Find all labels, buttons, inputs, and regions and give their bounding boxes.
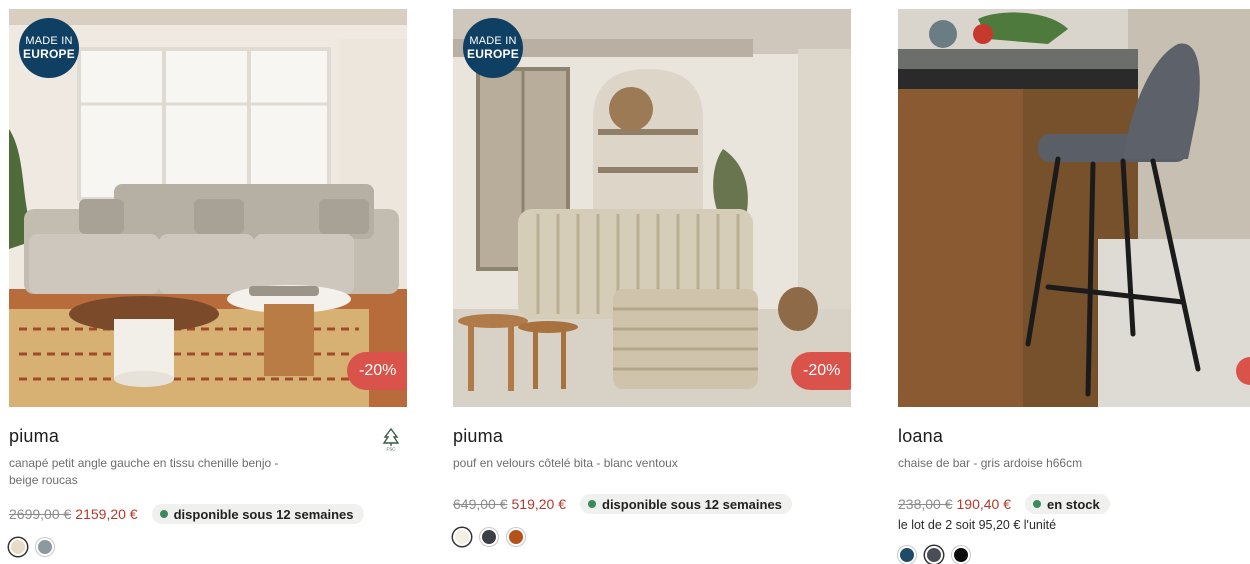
price-row: 238,00 € 190,40 € en stock [898,493,1250,515]
made-in-europe-badge: MADE IN EUROPE [19,18,79,78]
color-swatch[interactable] [36,538,54,556]
color-swatches [453,528,851,546]
availability-badge: disponible sous 12 semaines [151,504,364,524]
sale-price: 2159,20 € [75,506,138,522]
status-dot-icon [1033,500,1041,508]
product-card[interactable]: MADE IN EUROPE -20% piuma FSC canapé pet… [9,9,407,556]
sale-price: 190,40 € [956,496,1012,512]
availability-text: disponible sous 12 semaines [602,496,782,512]
sale-price: 519,20 € [511,496,567,512]
price-row: 2699,00 € 2159,20 € disponible sous 12 s… [9,503,407,525]
availability-badge: disponible sous 12 semaines [580,494,792,514]
product-card[interactable]: loana chaise de bar - gris ardoise h66cm… [898,9,1250,564]
old-price: 238,00 € [898,496,953,512]
status-dot-icon [588,500,596,508]
lot-price-note: le lot de 2 soit 95,20 € l'unité [898,518,1057,532]
old-price: 649,00 € [453,496,508,512]
color-swatch[interactable] [9,538,27,556]
color-swatch[interactable] [507,528,525,546]
color-swatches [9,538,407,556]
product-name[interactable]: loana [898,426,1250,447]
price-row: 649,00 € 519,20 € disponible sous 12 sem… [453,493,851,515]
product-name[interactable]: piuma [9,426,407,447]
color-swatch[interactable] [453,528,471,546]
product-name[interactable]: piuma [453,426,851,447]
bar-chair-photo [898,9,1250,407]
product-description: canapé petit angle gauche en tissu cheni… [9,456,279,487]
discount-badge: -20% [347,352,407,390]
color-swatch[interactable] [898,546,916,564]
availability-text: disponible sous 12 semaines [173,506,354,522]
made-in-europe-badge: MADE IN EUROPE [463,18,523,78]
availability-badge: en stock [1025,494,1110,514]
discount-badge: -20% [791,352,851,390]
product-image[interactable] [898,9,1250,407]
status-dot-icon [159,510,168,518]
product-description: chaise de bar - gris ardoise h66cm [898,456,1083,470]
availability-text: en stock [1047,496,1100,512]
product-image[interactable]: MADE IN EUROPE -20% [453,9,851,407]
product-card[interactable]: MADE IN EUROPE -20% piuma pouf en velour… [453,9,851,546]
product-image[interactable]: MADE IN EUROPE -20% [9,9,407,407]
color-swatch[interactable] [952,546,970,564]
product-description: pouf en velours côtelé bita - blanc vent… [453,456,678,470]
old-price: 2699,00 € [9,506,72,522]
color-swatch[interactable] [925,546,943,564]
color-swatch[interactable] [480,528,498,546]
color-swatches [898,546,1250,564]
fsc-tree-icon: FSC [382,427,400,452]
svg-text:FSC: FSC [387,447,397,452]
